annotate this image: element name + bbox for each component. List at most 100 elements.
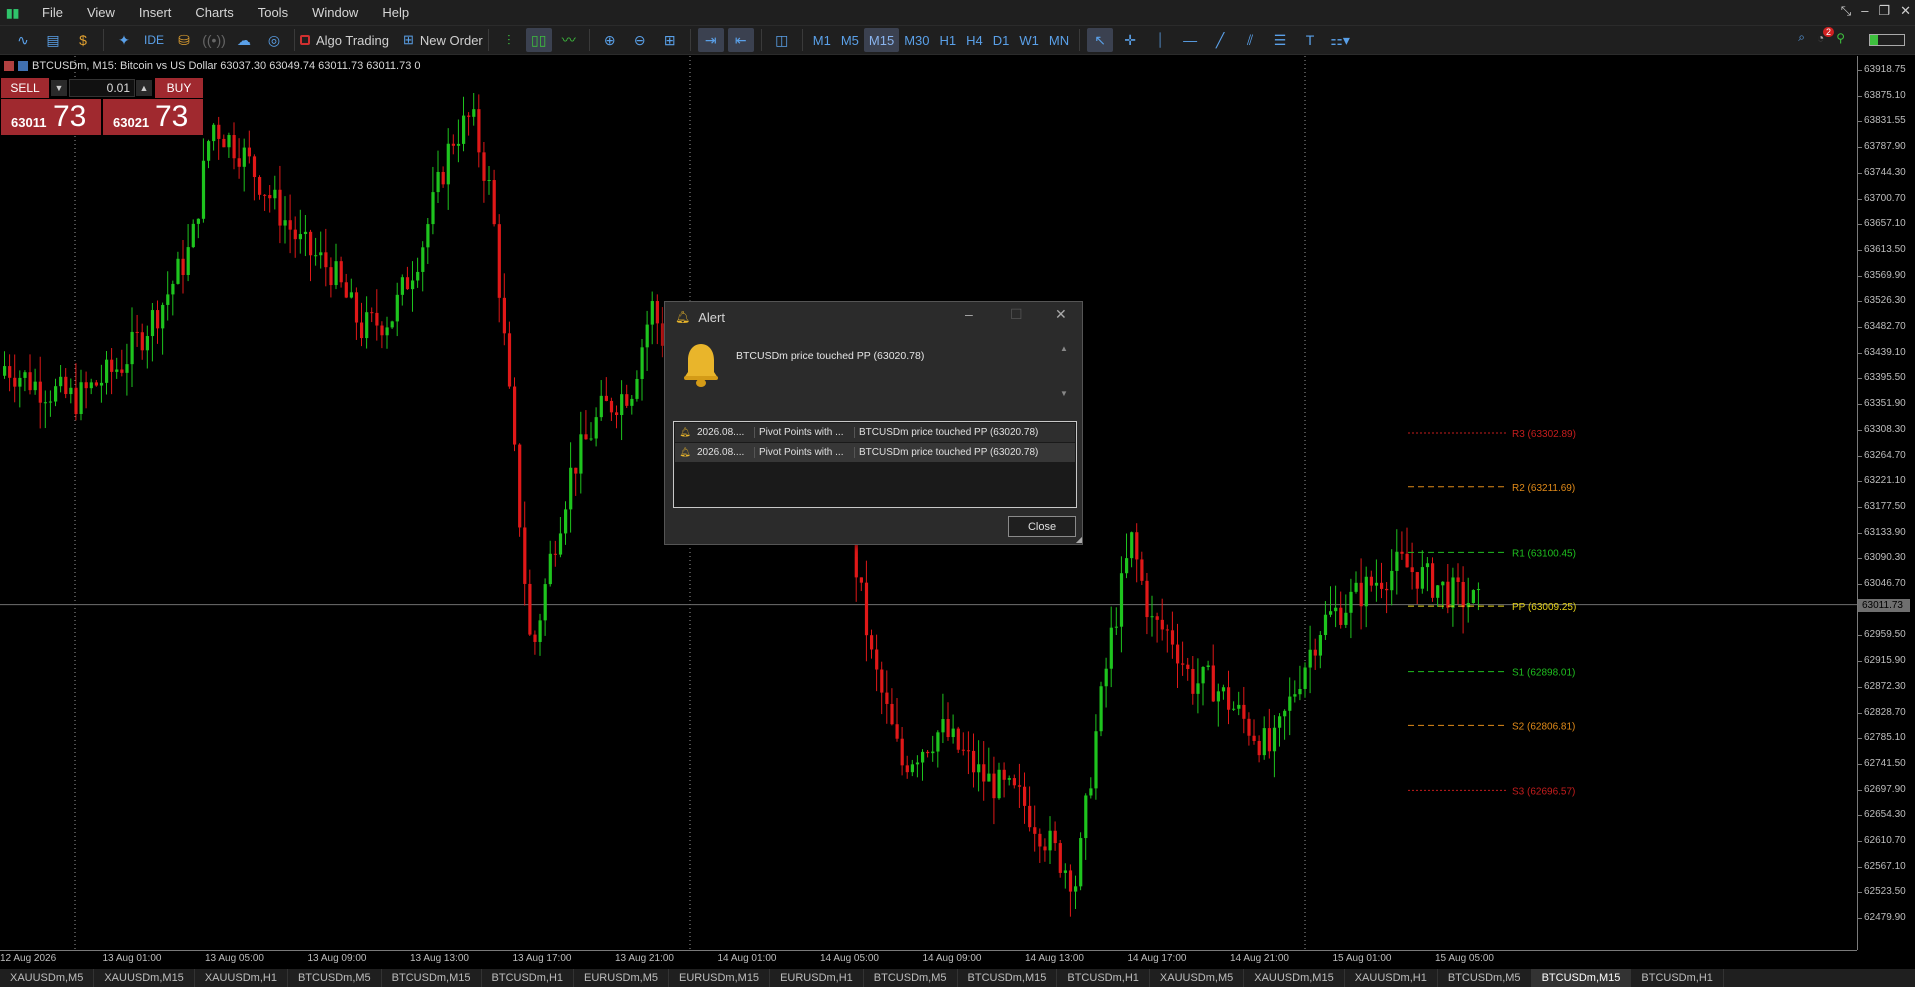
grid-icon[interactable]: ⊞ bbox=[657, 28, 683, 52]
vps-icon[interactable]: ☁ bbox=[231, 28, 257, 52]
buy-price[interactable]: 63021 73 bbox=[103, 99, 203, 135]
chart-menu-icon[interactable] bbox=[4, 61, 14, 71]
chart-tab[interactable]: XAUUSDm,M15 bbox=[94, 969, 195, 987]
menu-file[interactable]: File bbox=[30, 5, 75, 20]
sell-button[interactable]: SELL bbox=[1, 78, 49, 98]
menu-help[interactable]: Help bbox=[370, 5, 421, 20]
zoom-out-icon[interactable]: ⊖ bbox=[627, 28, 653, 52]
chart-tab[interactable]: BTCUSDm,H1 bbox=[482, 969, 575, 987]
restore-icon[interactable]: ❐ bbox=[1878, 3, 1890, 19]
candlestick-icon[interactable]: ▯▯ bbox=[525, 28, 552, 52]
minimize-icon[interactable]: – bbox=[1861, 3, 1868, 19]
timeframe-m15[interactable]: M15 bbox=[863, 28, 900, 52]
timeframe-w1[interactable]: W1 bbox=[1014, 28, 1044, 52]
candle-body bbox=[1176, 644, 1180, 664]
candle-body bbox=[609, 400, 614, 413]
candle-body bbox=[1298, 688, 1302, 695]
chart-tab[interactable]: BTCUSDm,M5 bbox=[288, 969, 382, 987]
price-label: 62741.50 bbox=[1864, 757, 1906, 769]
crosshair-icon[interactable]: ✛ bbox=[1117, 28, 1143, 52]
time-axis[interactable]: 12 Aug 2026 13 Aug 01:00 13 Aug 05:00 13 Au… bbox=[0, 950, 1857, 966]
lot-increase-icon[interactable]: ▲ bbox=[136, 80, 152, 96]
message-scrollbar[interactable]: ▲ ▼ bbox=[1059, 344, 1069, 404]
timeframe-h4[interactable]: H4 bbox=[961, 28, 988, 52]
candle-body bbox=[502, 297, 506, 334]
menu-view[interactable]: View bbox=[75, 5, 127, 20]
lot-size-input[interactable] bbox=[69, 79, 135, 97]
collapse-icon[interactable]: ⤡ bbox=[1841, 3, 1851, 19]
new-order-button[interactable]: ⊞ New Order bbox=[403, 32, 483, 48]
buy-button[interactable]: BUY bbox=[155, 78, 203, 98]
alert-log-row[interactable]: 🔔︎ 2026.08.... Pivot Points with ... BTC… bbox=[675, 423, 1075, 442]
candle-body bbox=[655, 301, 659, 324]
fibonacci-icon[interactable]: ☰ bbox=[1267, 28, 1293, 52]
menu-tools[interactable]: Tools bbox=[246, 5, 300, 20]
timeframe-m1[interactable]: M1 bbox=[808, 28, 836, 52]
chart-tab[interactable]: EURUSDm,M15 bbox=[669, 969, 771, 987]
navigator-icon[interactable]: ✦ bbox=[111, 28, 137, 52]
chart-tab[interactable]: BTCUSDm,M15 bbox=[958, 969, 1058, 987]
toolbar: ∿ ▤ $ ✦ IDE ⛁ ((•)) ☁ ◎ Algo Trading ⊞ N… bbox=[0, 25, 1915, 55]
alert-title: Alert bbox=[698, 309, 725, 325]
chart-shift-icon[interactable]: ⇤ bbox=[727, 28, 754, 52]
chart-tab[interactable]: EURUSDm,H1 bbox=[770, 969, 864, 987]
bar-chart-icon[interactable]: ⫶ bbox=[496, 28, 522, 52]
trendline-icon[interactable]: ╱ bbox=[1207, 28, 1233, 52]
menu-insert[interactable]: Insert bbox=[127, 5, 184, 20]
market-icon[interactable]: ⛁ bbox=[171, 28, 197, 52]
line-chart-icon[interactable]: ∿ bbox=[10, 28, 36, 52]
zoom-in-icon[interactable]: ⊕ bbox=[597, 28, 623, 52]
channel-icon[interactable]: ⫽ bbox=[1237, 28, 1263, 52]
menu-window[interactable]: Window bbox=[300, 5, 370, 20]
resize-grip-icon[interactable]: ◢ bbox=[1076, 535, 1082, 544]
vertical-line-icon[interactable]: ⏐ bbox=[1147, 28, 1173, 52]
candle-body bbox=[375, 312, 379, 326]
price-axis[interactable]: 63918.75 63875.10 63831.55 63787.90 63744.30… bbox=[1857, 56, 1915, 950]
minimize-icon[interactable]: – bbox=[965, 306, 973, 322]
close-button[interactable]: Close bbox=[1008, 516, 1076, 537]
candle-body bbox=[1283, 710, 1287, 717]
menu-charts[interactable]: Charts bbox=[183, 5, 245, 20]
algo-trading-button[interactable]: Algo Trading bbox=[300, 33, 389, 48]
chart-tab[interactable]: BTCUSDm,M15 bbox=[1531, 969, 1632, 987]
account-icon[interactable]: ⚲ bbox=[1836, 31, 1845, 45]
chart-templates-icon[interactable]: ▤ bbox=[40, 28, 66, 52]
chart-tab[interactable]: XAUUSDm,M5 bbox=[1150, 969, 1245, 987]
chart-tab[interactable]: BTCUSDm,M5 bbox=[1438, 969, 1532, 987]
notifications-icon[interactable]: ◔ 2 bbox=[1817, 26, 1834, 45]
timeframe-m30[interactable]: M30 bbox=[899, 28, 934, 52]
horizontal-line-icon[interactable]: — bbox=[1177, 28, 1203, 52]
alert-title-bar[interactable]: 🔔︎ Alert – ☐ ✕ bbox=[665, 302, 1082, 332]
alert-log-row[interactable]: 🔔︎ 2026.08.... Pivot Points with ... BTC… bbox=[675, 443, 1075, 462]
chart-tab[interactable]: XAUUSDm,M5 bbox=[0, 969, 95, 987]
dollar-icon[interactable]: $ bbox=[70, 28, 96, 52]
line-icon[interactable]: 〰 bbox=[556, 28, 582, 52]
chart-tab[interactable]: BTCUSDm,M15 bbox=[382, 969, 482, 987]
sell-price[interactable]: 63011 73 bbox=[1, 99, 101, 135]
screenshot-icon[interactable]: ◫ bbox=[769, 28, 795, 52]
timeframe-d1[interactable]: D1 bbox=[988, 28, 1015, 52]
chart-tab[interactable]: EURUSDm,M5 bbox=[574, 969, 669, 987]
signals-icon[interactable]: ((•)) bbox=[201, 28, 227, 52]
candle-body bbox=[1063, 870, 1067, 873]
text-icon[interactable]: T bbox=[1297, 28, 1323, 52]
candle-body bbox=[951, 728, 955, 738]
search-icon[interactable]: ⌕ bbox=[1798, 30, 1805, 45]
lot-decrease-icon[interactable]: ▼ bbox=[51, 80, 67, 96]
chart-tab[interactable]: XAUUSDm,H1 bbox=[1345, 969, 1438, 987]
autoscroll-icon[interactable]: ⇥ bbox=[697, 28, 724, 52]
ide-button[interactable]: IDE bbox=[141, 28, 167, 52]
timeframe-mn[interactable]: MN bbox=[1044, 28, 1074, 52]
chart-tab[interactable]: XAUUSDm,H1 bbox=[195, 969, 288, 987]
cursor-icon[interactable]: ↖ bbox=[1087, 28, 1114, 52]
close-icon[interactable]: ✕ bbox=[1055, 306, 1067, 323]
shapes-icon[interactable]: ⚏▾ bbox=[1327, 28, 1353, 52]
timeframe-h1[interactable]: H1 bbox=[934, 28, 961, 52]
chart-tab[interactable]: BTCUSDm,H1 bbox=[1631, 969, 1724, 987]
close-icon[interactable]: ✕ bbox=[1900, 3, 1911, 19]
chart-tab[interactable]: BTCUSDm,H1 bbox=[1057, 969, 1150, 987]
web-icon[interactable]: ◎ bbox=[261, 28, 287, 52]
timeframe-m5[interactable]: M5 bbox=[836, 28, 864, 52]
chart-tab[interactable]: BTCUSDm,M5 bbox=[864, 969, 958, 987]
chart-tab[interactable]: XAUUSDm,M15 bbox=[1244, 969, 1345, 987]
